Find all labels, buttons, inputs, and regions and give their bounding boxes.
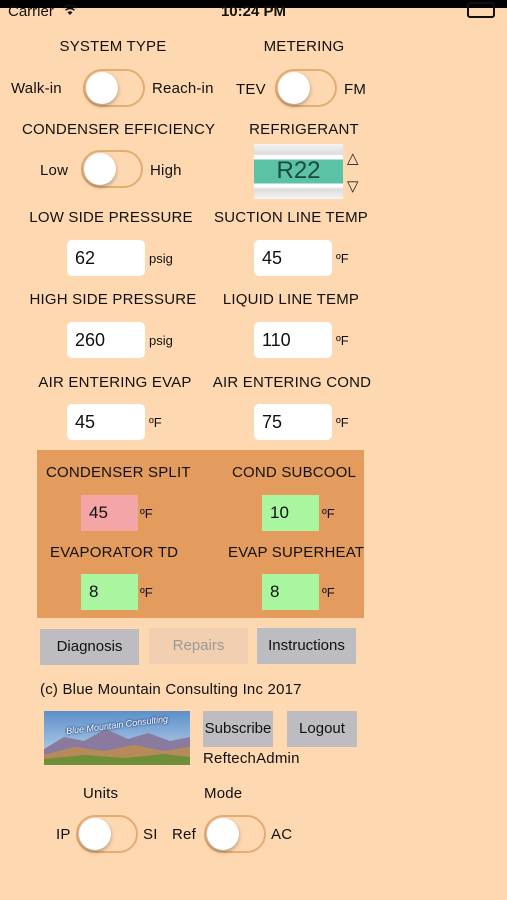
liquid-line-temp-unit: ºF xyxy=(336,333,349,348)
triangle-down-icon[interactable]: ▽ xyxy=(347,177,359,195)
company-logo: Blue Mountain Consulting xyxy=(44,711,190,765)
suction-line-temp-label: SUCTION LINE TEMP xyxy=(214,209,368,226)
ac-label: AC xyxy=(271,826,293,843)
evap-superheat-label: EVAP SUPERHEAT xyxy=(228,544,365,561)
low-side-pressure-unit: psig xyxy=(149,251,173,266)
refrigerant-value: R22 xyxy=(276,157,321,184)
units-label: Units xyxy=(83,785,119,802)
mode-toggle[interactable] xyxy=(204,815,266,853)
units-toggle[interactable] xyxy=(76,815,138,853)
condenser-split-label: CONDENSER SPLIT xyxy=(46,464,191,481)
toggle-knob xyxy=(278,72,310,104)
mode-label: Mode xyxy=(204,785,243,802)
si-label: SI xyxy=(143,826,158,843)
toggle-knob xyxy=(86,72,118,104)
evaporator-td-value: 8 xyxy=(81,574,138,610)
low-side-pressure-input[interactable]: 62 xyxy=(67,240,145,276)
cond-subcool-unit: ºF xyxy=(322,506,335,521)
low-label: Low xyxy=(40,162,69,179)
evaporator-td-label: EVAPORATOR TD xyxy=(50,544,179,561)
condenser-split-value: 45 xyxy=(81,495,138,531)
triangle-up-icon[interactable]: △ xyxy=(347,149,359,167)
evap-superheat-unit: ºF xyxy=(322,585,335,600)
high-side-pressure-label: HIGH SIDE PRESSURE xyxy=(29,291,197,308)
air-entering-cond-input[interactable]: 75 xyxy=(254,404,332,440)
metering-toggle[interactable] xyxy=(275,69,337,107)
liquid-line-temp-input[interactable]: 110 xyxy=(254,322,332,358)
air-entering-evap-label: AIR ENTERING EVAP xyxy=(38,374,192,391)
tev-label: TEV xyxy=(236,81,266,98)
repairs-button[interactable]: Repairs xyxy=(149,628,248,664)
toggle-knob xyxy=(84,153,116,185)
battery-icon xyxy=(467,2,495,18)
status-bar: Carrier 10:24 PM xyxy=(0,0,507,22)
username-label: ReftechAdmin xyxy=(203,750,300,767)
air-entering-evap-unit: ºF xyxy=(149,415,162,430)
condenser-efficiency-toggle[interactable] xyxy=(81,150,143,188)
system-type-toggle[interactable] xyxy=(83,69,145,107)
system-type-label: SYSTEM TYPE xyxy=(59,38,167,55)
copyright-text: (c) Blue Mountain Consulting Inc 2017 xyxy=(40,681,302,698)
condenser-efficiency-label: CONDENSER EFFICIENCY xyxy=(22,121,216,138)
liquid-line-temp-label: LIQUID LINE TEMP xyxy=(222,291,360,308)
suction-line-temp-input[interactable]: 45 xyxy=(254,240,332,276)
high-side-pressure-unit: psig xyxy=(149,333,173,348)
instructions-button[interactable]: Instructions xyxy=(257,628,356,664)
air-entering-evap-input[interactable]: 45 xyxy=(67,404,145,440)
diagnosis-button[interactable]: Diagnosis xyxy=(40,629,139,665)
ref-label: Ref xyxy=(172,826,196,843)
air-entering-cond-unit: ºF xyxy=(336,415,349,430)
evaporator-td-unit: ºF xyxy=(140,585,153,600)
metering-label: METERING xyxy=(263,38,345,55)
toggle-knob xyxy=(207,818,239,850)
toggle-knob xyxy=(79,818,111,850)
cond-subcool-label: COND SUBCOOL xyxy=(232,464,357,481)
refrigerant-label: REFRIGERANT xyxy=(249,121,359,138)
high-side-pressure-input[interactable]: 260 xyxy=(67,322,145,358)
subscribe-button[interactable]: Subscribe xyxy=(203,711,273,747)
refrigerant-picker[interactable]: R22 xyxy=(254,144,343,199)
condenser-split-unit: ºF xyxy=(140,506,153,521)
air-entering-cond-label: AIR ENTERING COND xyxy=(212,374,372,391)
low-side-pressure-label: LOW SIDE PRESSURE xyxy=(29,209,193,226)
ip-label: IP xyxy=(56,826,71,843)
high-label: High xyxy=(150,162,182,179)
fm-label: FM xyxy=(344,81,367,98)
evap-superheat-value: 8 xyxy=(262,574,319,610)
clock: 10:24 PM xyxy=(220,3,287,20)
suction-line-temp-unit: ºF xyxy=(336,251,349,266)
cond-subcool-value: 10 xyxy=(262,495,319,531)
logout-button[interactable]: Logout xyxy=(287,711,357,747)
walk-in-label: Walk-in xyxy=(11,80,62,97)
reach-in-label: Reach-in xyxy=(152,80,214,97)
